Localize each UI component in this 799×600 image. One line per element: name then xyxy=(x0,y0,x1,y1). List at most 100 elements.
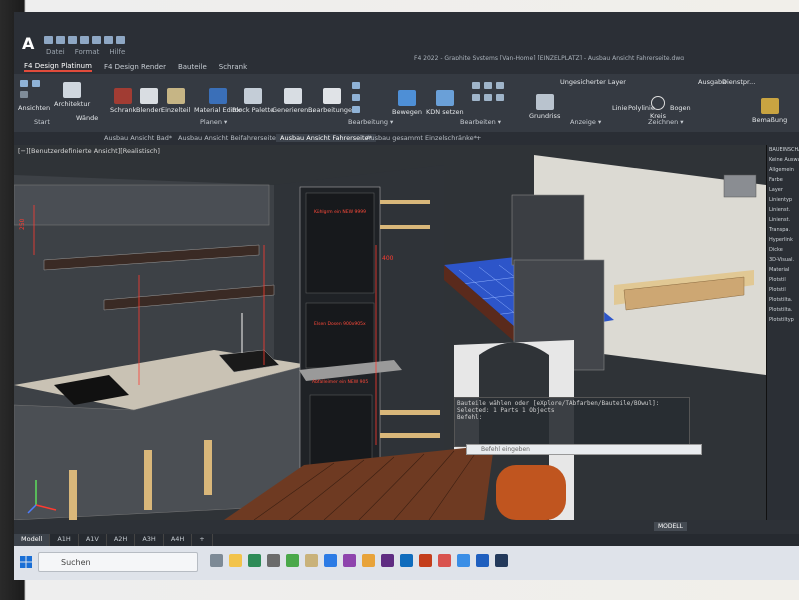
app-icon[interactable] xyxy=(362,554,375,567)
bearbeitungen-button[interactable]: Bearbeitungen xyxy=(308,88,356,114)
outlook-icon[interactable] xyxy=(400,554,413,567)
command-input[interactable]: Befehl eingeben xyxy=(466,444,702,455)
panel-item[interactable]: 3D-Visual. xyxy=(767,255,799,265)
blenden-label: Blenden xyxy=(136,106,163,114)
layout-tab-a4h[interactable]: A4H xyxy=(164,534,193,546)
architektur-button[interactable]: Architektur xyxy=(54,82,90,108)
add-layout-button[interactable]: + xyxy=(192,534,213,546)
excel-icon[interactable] xyxy=(248,554,261,567)
group-anzeige[interactable]: Anzeige ▾ xyxy=(570,118,601,126)
bewegen-button[interactable]: Bewegen xyxy=(392,90,422,116)
view-icon[interactable] xyxy=(20,80,28,87)
dienstpr-button[interactable]: Dienstpr... xyxy=(722,78,755,86)
tool-icon[interactable] xyxy=(352,94,360,101)
tab-f4-design-render[interactable]: F4 Design Render xyxy=(104,63,166,71)
kdn-setzen-button[interactable]: KDN setzen xyxy=(426,90,464,116)
open-file-icon[interactable] xyxy=(56,36,65,44)
new-file-icon[interactable] xyxy=(44,36,53,44)
app-icon[interactable] xyxy=(305,554,318,567)
modify-icon[interactable] xyxy=(484,94,492,101)
ansichten-button[interactable]: Ansichten xyxy=(18,104,50,112)
linie-button[interactable]: Linie xyxy=(612,104,627,112)
viewport-label[interactable]: [−][Benutzerdefinierte Ansicht][Realisti… xyxy=(18,147,160,155)
modify-icon[interactable] xyxy=(496,94,504,101)
block-palette-button[interactable]: Block Palette xyxy=(232,88,274,114)
save-icon[interactable] xyxy=(68,36,77,44)
kreis-button[interactable]: Kreis xyxy=(650,96,666,120)
layout-tab-modell[interactable]: Modell xyxy=(14,534,51,546)
chrome-icon[interactable] xyxy=(286,554,299,567)
bogen-button[interactable]: Bogen xyxy=(670,104,691,112)
tab-bauteile[interactable]: Bauteile xyxy=(178,63,207,71)
wall-icon[interactable] xyxy=(20,91,28,98)
properties-panel[interactable]: BAUEINSCHA... Keine Auswa... Allgemein F… xyxy=(766,145,799,520)
schrank-button[interactable]: Schrank xyxy=(110,88,136,114)
doc-tab-einzelschraenke[interactable]: Ausbau gesammt Einzelschränke* xyxy=(366,134,477,142)
print-icon[interactable] xyxy=(92,36,101,44)
view-cube-icon[interactable] xyxy=(32,80,40,87)
kdn-setzen-label: KDN setzen xyxy=(426,108,464,116)
tab-schrank[interactable]: Schrank xyxy=(219,63,247,71)
menu-format[interactable]: Format xyxy=(75,48,100,56)
doc-tab-bad[interactable]: Ausbau Ansicht Bad* xyxy=(104,134,172,142)
redo-icon[interactable] xyxy=(116,36,125,44)
3d-viewport[interactable]: [−][Benutzerdefinierte Ansicht][Realisti… xyxy=(14,145,766,520)
modify-icon[interactable] xyxy=(472,94,480,101)
grundriss-button[interactable]: Grundriss xyxy=(529,94,560,120)
new-tab-icon[interactable]: + xyxy=(476,134,481,142)
blenden-button[interactable]: Blenden xyxy=(136,88,163,114)
group-bearbeiten[interactable]: Bearbeiten ▾ xyxy=(460,118,501,126)
title-bar: A Datei Format Hilfe F4 2022 - Graphite … xyxy=(14,12,799,62)
f4-design-icon[interactable] xyxy=(495,554,508,567)
layout-tab-a2h[interactable]: A2H xyxy=(107,534,136,546)
app-logo[interactable]: A xyxy=(22,34,34,53)
edge-icon[interactable] xyxy=(457,554,470,567)
tool-icon[interactable] xyxy=(352,82,360,89)
modify-icon[interactable] xyxy=(484,82,492,89)
f4-app-icon[interactable] xyxy=(476,554,489,567)
einzelteil-button[interactable]: Einzelteil xyxy=(161,88,190,114)
layout-tab-a1h[interactable]: A1H xyxy=(50,534,79,546)
group-planen[interactable]: Planen ▾ xyxy=(200,118,227,126)
render-scene: Kühlgrm ein NEW 9999 Elsen Dosen 900x905… xyxy=(14,155,766,520)
command-line-3: Befehl: xyxy=(457,414,483,421)
save-as-icon[interactable] xyxy=(80,36,89,44)
tool-icon[interactable] xyxy=(352,106,360,113)
taskbar-search[interactable]: Suchen xyxy=(38,552,198,572)
task-view-icon[interactable] xyxy=(210,554,223,567)
undo-icon[interactable] xyxy=(104,36,113,44)
panel-item[interactable]: Allgemein xyxy=(767,165,799,175)
panel-item[interactable]: Plotstil xyxy=(767,275,799,285)
tab-f4-design-platinum[interactable]: F4 Design Platinum xyxy=(24,62,92,72)
wood-shelf xyxy=(380,200,430,204)
oven-door xyxy=(305,302,375,369)
layer-dropdown[interactable]: Ungesicherter Layer xyxy=(560,78,626,86)
onenote-icon[interactable] xyxy=(343,554,356,567)
group-zeichnen[interactable]: Zeichnen ▾ xyxy=(648,118,684,126)
powerpoint-icon[interactable] xyxy=(419,554,432,567)
word-icon[interactable] xyxy=(324,554,337,567)
part-icon xyxy=(166,88,185,104)
windows-start-icon[interactable] xyxy=(20,556,32,568)
group-bearbeitung[interactable]: Bearbeitung ▾ xyxy=(348,118,393,126)
menu-bar: Datei Format Hilfe xyxy=(46,48,125,56)
panel-item: Dicke xyxy=(769,247,783,253)
teams-icon[interactable] xyxy=(381,554,394,567)
model-space-button[interactable]: MODELL xyxy=(654,522,687,531)
modify-icon[interactable] xyxy=(496,82,504,89)
modify-icon[interactable] xyxy=(472,82,480,89)
layout-tab-a1v[interactable]: A1V xyxy=(79,534,107,546)
file-explorer-icon[interactable] xyxy=(229,554,242,567)
taskbar-apps xyxy=(210,554,508,567)
menu-hilfe[interactable]: Hilfe xyxy=(109,48,125,56)
doc-tab-beifahrerseite[interactable]: Ausbau Ansicht Beifahrerseite* xyxy=(178,134,279,142)
wood-shelf xyxy=(380,225,430,229)
doc-tab-fahrerseite[interactable]: Ausbau Ansicht Fahrerseite* xyxy=(276,134,376,142)
menu-datei[interactable]: Datei xyxy=(46,48,65,56)
panel-item: Linienst. xyxy=(769,217,791,223)
wood-post xyxy=(204,440,212,495)
calculator-icon[interactable] xyxy=(267,554,280,567)
linie-label: Linie xyxy=(612,104,628,112)
acrobat-icon[interactable] xyxy=(438,554,451,567)
layout-tab-a3h[interactable]: A3H xyxy=(135,534,164,546)
